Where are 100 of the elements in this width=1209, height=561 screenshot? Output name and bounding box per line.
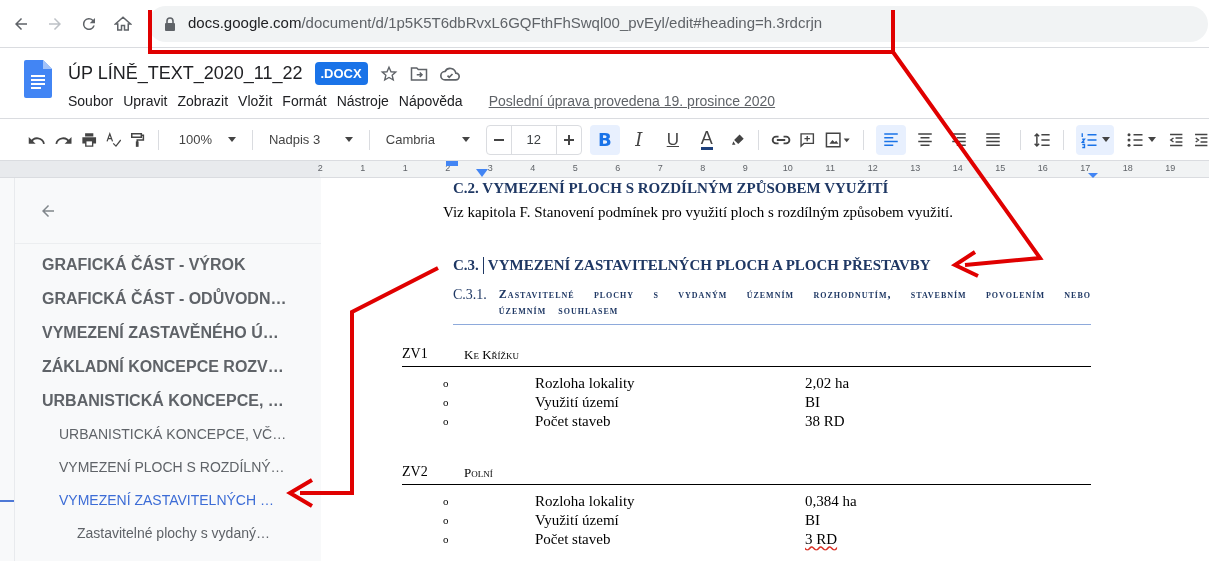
ruler-number: 1 [360,162,366,174]
outline-item[interactable]: URBANISTICKÁ KONCEPCE, … [42,389,284,413]
docs-logo-icon[interactable] [24,60,52,98]
property-value: 2,02 ha [805,374,850,393]
ruler-number: 6 [615,162,621,174]
paint-format-icon[interactable] [129,130,146,149]
print-icon[interactable] [80,130,97,149]
ruler-number: 9 [742,162,748,174]
align-left-button[interactable] [876,124,906,155]
zoom-dropdown[interactable]: 100% [170,129,244,150]
cloud-icon[interactable] [439,65,460,82]
file-type-badge: .DOCX [314,61,368,86]
move-folder-icon[interactable] [409,65,428,82]
menu-item[interactable]: Upravit [123,91,168,112]
ruler-number: 8 [700,162,706,174]
outline-item[interactable]: GRAFICKÁ ČÁST - VÝROK [42,253,246,277]
ruler-number: 19 [1165,162,1176,174]
menu-item[interactable]: Vložit [238,91,273,112]
property-label: Rozloha lokality [535,492,636,511]
menu-item[interactable]: Zobrazit [177,91,229,112]
area-name: Ke Křížku [464,345,520,364]
ruler-number: 5 [572,162,578,174]
ruler-number: 10 [782,162,793,174]
outline-item[interactable]: ZÁKLADNÍ KONCEPCE ROZV… [42,355,284,379]
ruler-number: 12 [867,162,878,174]
property-label: Využití území [535,511,620,530]
align-justify-icon [984,130,1002,149]
outline-item[interactable]: GRAFICKÁ ČÁST - ODŮVODN… [42,287,287,311]
paragraph: Viz kapitola F. Stanovení podmínek pro využití ploch s rozdílným způsobem využití. [442,203,954,221]
caret-icon [344,137,353,142]
last-edit-link[interactable]: Poslední úprava provedena 19. prosince 2020 [488,91,776,112]
first-line-indent-marker-icon[interactable] [476,169,488,177]
menu-item[interactable]: Soubor [68,91,114,112]
menu-item[interactable]: Formát [282,91,327,112]
underline-button[interactable]: U [657,124,688,155]
property-value: BI [805,393,820,412]
menu-item[interactable]: Nástroje [336,91,389,112]
outline-item[interactable]: VYMEZENÍ ZASTAVITELNÝCH … [59,490,274,511]
left-indent-marker-icon[interactable] [446,161,458,167]
line-spacing-icon[interactable] [1032,130,1052,149]
numbered-list-button[interactable] [1076,124,1115,155]
home-icon[interactable] [114,14,132,33]
property-value: 3 RD [805,530,838,549]
outline-item[interactable]: URBANISTICKÁ KONCEPCE, VČ… [59,424,287,445]
menu-item[interactable]: Nápověda [398,91,463,112]
align-center-icon [916,130,934,149]
property-label: Počet staveb [535,530,612,549]
outline-item[interactable]: Zastavitelné plochy s vydaný… [77,523,270,544]
numbered-list-icon [1080,130,1099,149]
caret-icon [228,137,236,142]
ruler-number: 2 [317,162,323,174]
align-right-icon [950,130,968,149]
area-code: ZV1 [402,345,429,363]
list-bullet: o [443,532,450,547]
ruler-number: 14 [952,162,963,174]
outline-item[interactable]: VYMEZENÍ ZASTAVĚNÉHO Ú… [42,321,279,345]
current-heading-marker [0,500,14,502]
color-button[interactable]: A [691,124,722,155]
text-cursor [482,256,484,274]
image-icon[interactable] [823,130,852,149]
ruler-number: 4 [530,162,536,174]
ruler-number: 17 [1080,162,1091,174]
list-bullet: o [443,513,450,528]
ruler-number: 3 [487,162,493,174]
property-value: BI [805,511,820,530]
bulleted-list-icon [1126,130,1145,149]
spellcheck-icon[interactable] [104,130,122,149]
heading-number: C.3.1. [453,286,487,304]
ruler-number: 15 [995,162,1006,174]
document-title[interactable]: ÚP LÍNĚ_TEXT_2020_11_22 [68,60,303,87]
style-dropdown[interactable]: Nadpis 3 [260,129,361,150]
align-left-icon [882,130,900,149]
caret-icon [461,137,470,142]
list-bullet: o [443,414,450,429]
font-dropdown[interactable]: Cambria [377,129,478,150]
right-indent-marker-icon[interactable] [1088,173,1098,178]
url-text: docs.google.com/document/d/1p5K5T6dbRvxL6GQFthFhSwql00_pvEyl/edit#heading=h.3rdcrjn [188,13,823,34]
ruler-number: 18 [1122,162,1133,174]
bold-button[interactable]: B [589,124,620,155]
heading: VYMEZENÍ ZASTAVITELNÝCH PLOCH A PLOCH PŘESTAVBY [487,256,931,274]
list-bullet: o [443,376,450,391]
italic-button[interactable]: I [623,124,654,155]
caret-icon [1102,137,1111,142]
lock-icon [164,16,176,31]
star-icon[interactable] [379,64,398,83]
property-label: Využití území [535,393,620,412]
heading: Zastavitelné plochy s vydaným územním rozhodnutím, stavebním povolením nebo územním souhlasem [498,286,1091,318]
caret-icon [1148,137,1157,142]
property-label: Rozloha lokality [535,374,636,393]
heading-number: C.3. [453,256,479,274]
ruler-number: 16 [1037,162,1048,174]
property-value: 38 RD [805,412,845,431]
heading: C.2. VYMEZENÍ PLOCH S ROZDÍLNÝM ZPŮSOBEM VYUŽITÍ [452,179,890,197]
plus-icon [563,134,574,145]
ruler-number: 7 [657,162,663,174]
ruler-number: 13 [910,162,921,174]
add-comment-icon[interactable] [799,130,816,149]
list-bullet: o [443,395,450,410]
outline-item[interactable]: VYMEZENÍ PLOCH S ROZDÍLNÝ… [59,457,285,478]
ruler-number: 11 [825,162,835,174]
